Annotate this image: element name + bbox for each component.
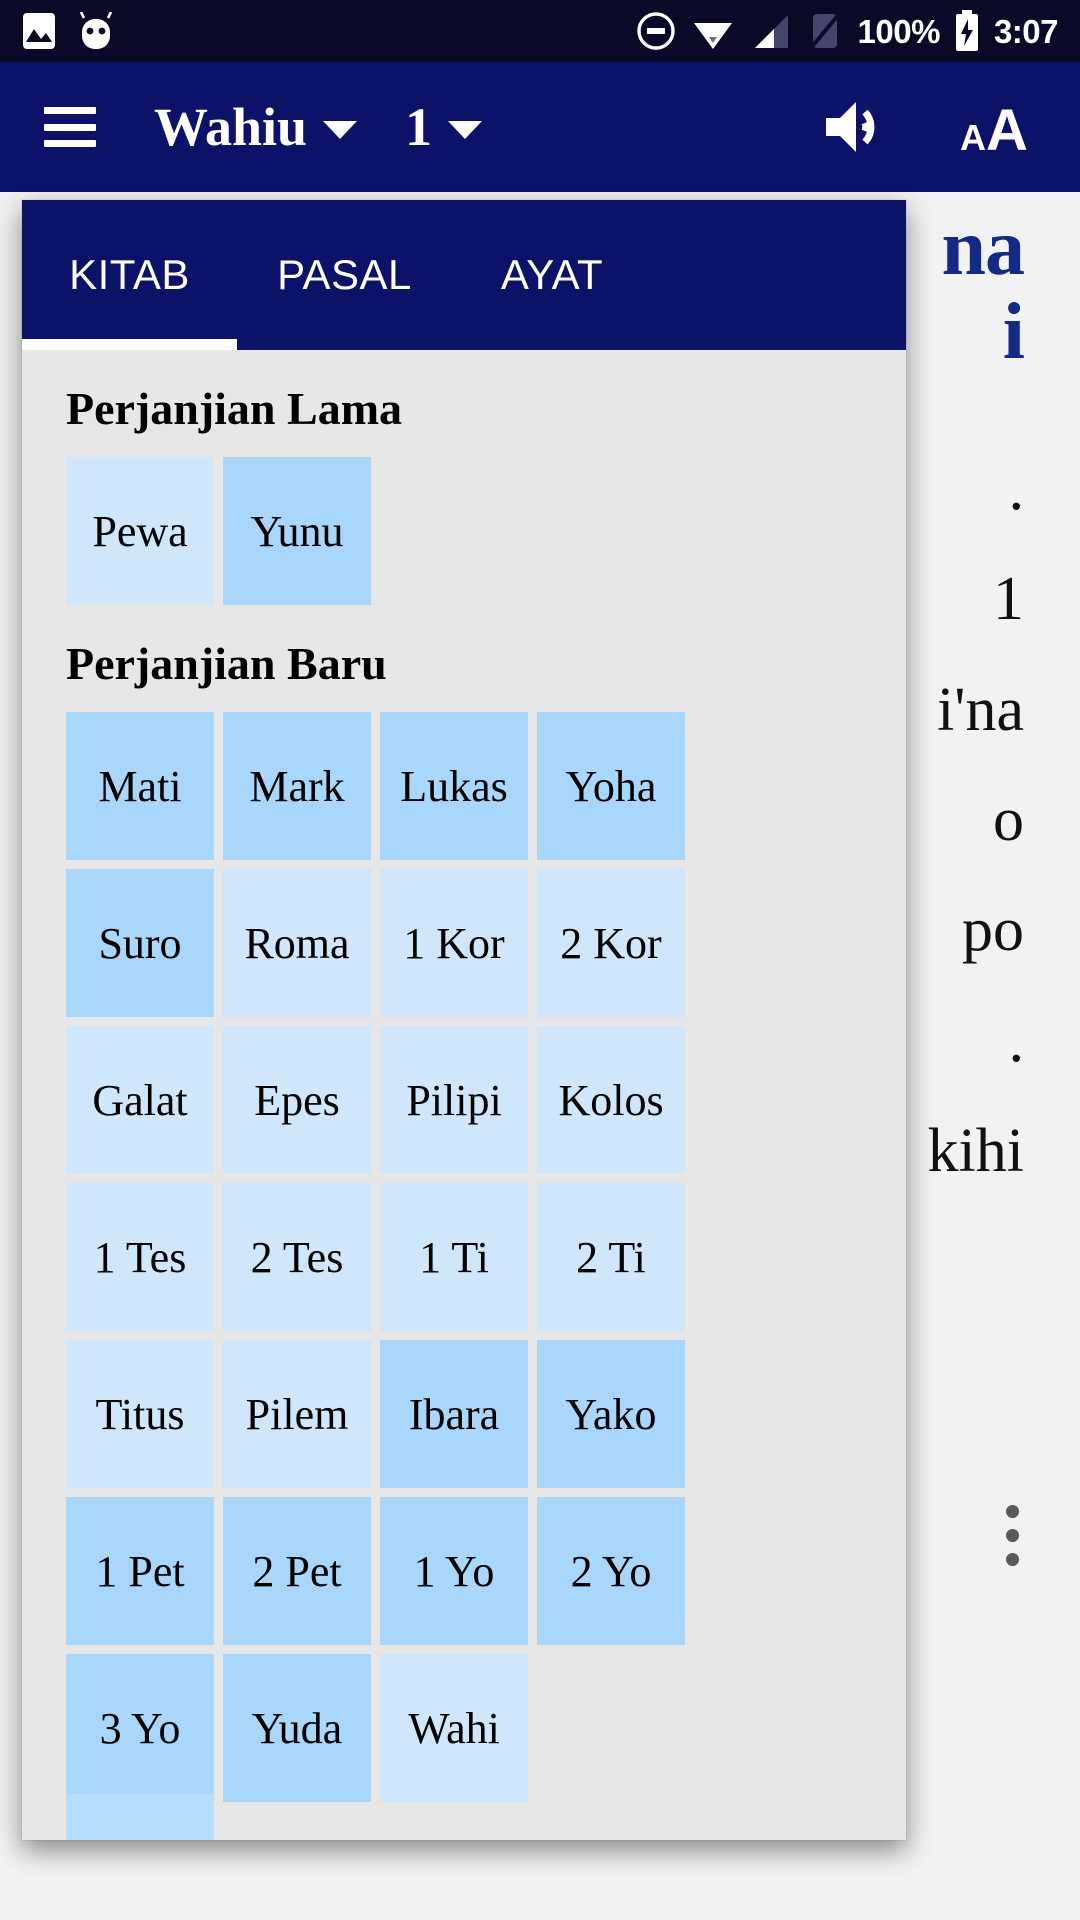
book-tile-1-tes[interactable]: 1 Tes bbox=[66, 1183, 214, 1331]
book-tile-3-yo[interactable]: 3 Yo bbox=[66, 1654, 214, 1802]
book-tile-pewa[interactable]: Pewa bbox=[66, 457, 214, 605]
chapter-selector[interactable]: 1 bbox=[405, 97, 483, 157]
chevron-down-icon bbox=[323, 121, 358, 139]
chevron-down-icon bbox=[448, 121, 483, 139]
battery-percent-label: 100% bbox=[857, 12, 941, 50]
book-tile-roma[interactable]: Roma bbox=[223, 869, 371, 1017]
dot bbox=[1005, 1504, 1019, 1518]
clock-label: 3:07 bbox=[993, 12, 1059, 50]
book-tile-yoha[interactable]: Yoha bbox=[537, 712, 685, 860]
tab-ayat-label: AYAT bbox=[500, 251, 604, 298]
svg-text:A: A bbox=[960, 117, 986, 158]
tab-pasal[interactable]: PASAL bbox=[237, 200, 452, 350]
tab-kitab[interactable]: KITAB bbox=[22, 200, 237, 350]
tab-pasal-label: PASAL bbox=[277, 251, 412, 298]
hamburger-bar bbox=[44, 107, 96, 114]
book-tile-wahi[interactable]: Wahi bbox=[380, 1654, 528, 1802]
book-tile-ibara[interactable]: Ibara bbox=[380, 1340, 528, 1488]
app-bar: Wahiu 1 A A bbox=[0, 62, 1080, 192]
wifi-icon bbox=[693, 23, 732, 49]
signal-icon bbox=[754, 15, 788, 48]
book-grid-old-testament: Pewa Yunu bbox=[22, 435, 762, 605]
hamburger-bar bbox=[44, 123, 96, 131]
status-bar-notifications bbox=[22, 12, 114, 50]
book-tile-yunu[interactable]: Yunu bbox=[223, 457, 371, 605]
status-bar: 100% 3:07 bbox=[0, 0, 1080, 62]
app-bar-actions: A A bbox=[820, 96, 1046, 158]
android-robot-icon bbox=[79, 12, 113, 49]
sim-none-icon bbox=[807, 11, 842, 51]
book-tile-yuda[interactable]: Yuda bbox=[223, 1654, 371, 1802]
dot bbox=[1005, 1528, 1019, 1542]
tab-kitab-label: KITAB bbox=[69, 251, 190, 298]
book-tile-1-yo[interactable]: 1 Yo bbox=[380, 1497, 528, 1645]
book-tile-yako[interactable]: Yako bbox=[537, 1340, 685, 1488]
book-tile-kolos[interactable]: Kolos bbox=[537, 1026, 685, 1174]
font-size-icon[interactable]: A A bbox=[960, 96, 1046, 158]
book-tile-pilem[interactable]: Pilem bbox=[223, 1340, 371, 1488]
book-tile-mati[interactable]: Mati bbox=[66, 712, 214, 860]
tab-ayat[interactable]: AYAT bbox=[452, 200, 652, 350]
book-selector[interactable]: Wahiu bbox=[154, 97, 358, 157]
image-icon bbox=[23, 13, 55, 49]
do-not-disturb-icon bbox=[636, 12, 675, 50]
book-tile-1-pet[interactable]: 1 Pet bbox=[66, 1497, 214, 1645]
more-vertical-icon[interactable] bbox=[980, 1480, 1044, 1590]
app-root: na i . 1 i'na o po . kihi 100% 3:07 Wahi… bbox=[0, 0, 1080, 1920]
book-tile-galat[interactable]: Galat bbox=[66, 1026, 214, 1174]
book-tile-2-pet[interactable]: 2 Pet bbox=[223, 1497, 371, 1645]
book-grid-new-testament: Mati Mark Lukas Yoha Suro Roma 1 Kor 2 K… bbox=[22, 690, 762, 1802]
book-tile-epes[interactable]: Epes bbox=[223, 1026, 371, 1174]
book-tile-2-ti[interactable]: 2 Ti bbox=[537, 1183, 685, 1331]
svg-text:A: A bbox=[986, 98, 1028, 158]
book-tile-1-ti[interactable]: 1 Ti bbox=[380, 1183, 528, 1331]
book-selector-label: Wahiu bbox=[154, 97, 308, 157]
book-tile-2-yo[interactable]: 2 Yo bbox=[537, 1497, 685, 1645]
section-title-old-testament: Perjanjian Lama bbox=[66, 383, 403, 434]
hamburger-bar bbox=[44, 140, 96, 147]
battery-charging-icon bbox=[955, 10, 978, 51]
dot bbox=[1005, 1552, 1019, 1566]
book-tile-suro[interactable]: Suro bbox=[66, 869, 214, 1017]
book-tile-pilipi[interactable]: Pilipi bbox=[380, 1026, 528, 1174]
book-picker-popup: KITAB PASAL AYAT Perjanjian Lama Pewa Yu… bbox=[22, 200, 906, 1840]
chapter-selector-label: 1 bbox=[405, 97, 433, 157]
book-tile-mark[interactable]: Mark bbox=[223, 712, 371, 860]
book-tile-lukas[interactable]: Lukas bbox=[380, 712, 528, 860]
book-tile-2-kor[interactable]: 2 Kor bbox=[537, 869, 685, 1017]
section-title-new-testament: Perjanjian Baru bbox=[66, 638, 387, 689]
hamburger-menu-icon[interactable] bbox=[44, 107, 96, 147]
volume-up-icon[interactable] bbox=[820, 96, 892, 158]
book-tile-titus[interactable]: Titus bbox=[66, 1340, 214, 1488]
status-bar-system-icons: 100% 3:07 bbox=[636, 10, 1059, 52]
book-tile-2-tes[interactable]: 2 Tes bbox=[223, 1183, 371, 1331]
popup-tab-bar: KITAB PASAL AYAT bbox=[22, 200, 906, 350]
book-tile-1-kor[interactable]: 1 Kor bbox=[380, 869, 528, 1017]
book-list-scroll[interactable]: Perjanjian Lama Pewa Yunu Perjanjian Bar… bbox=[22, 350, 906, 1840]
book-tile-partial-offscreen[interactable] bbox=[66, 1794, 214, 1840]
